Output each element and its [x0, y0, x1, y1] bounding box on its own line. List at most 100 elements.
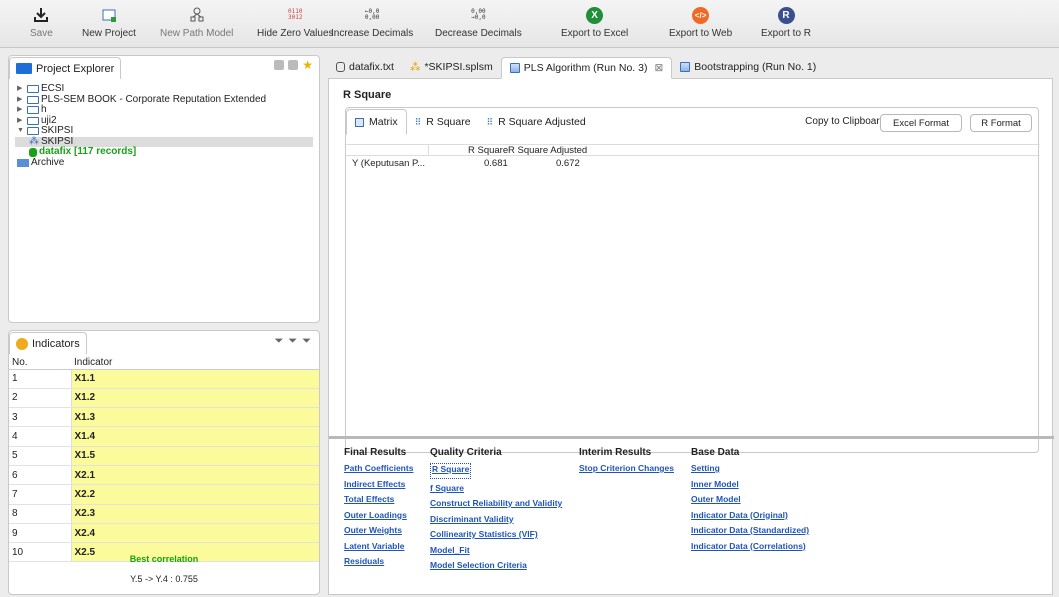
- expand-arrow-icon[interactable]: ▶: [17, 95, 25, 105]
- table-row[interactable]: 4 X1.4: [9, 426, 319, 447]
- table-row[interactable]: 8 X2.3: [9, 504, 319, 524]
- page-title: R Square: [343, 89, 392, 101]
- interim-results-group: Interim Results Stop Criterion Changes: [579, 447, 674, 479]
- project-explorer-tab[interactable]: Project Explorer: [9, 57, 122, 79]
- table-row[interactable]: 9 X2.4: [9, 523, 319, 544]
- result-link-indicator-data-correlations[interactable]: Indicator Data (Correlations): [691, 541, 809, 557]
- filter-icon[interactable]: ⏷: [275, 335, 284, 348]
- expand-all-icon[interactable]: [274, 60, 285, 70]
- table-row[interactable]: 7 X2.2: [9, 484, 319, 505]
- interim-results-heading: Interim Results: [579, 447, 652, 458]
- tab-skipsi-model[interactable]: ⁂ *SKIPSI.splsm: [402, 56, 501, 78]
- result-link-latent-variable[interactable]: Latent Variable: [344, 541, 413, 557]
- indicator-number: 6: [9, 465, 71, 486]
- result-link-construct-reliability-and-validity[interactable]: Construct Reliability and Validity: [430, 498, 562, 514]
- export-r-button[interactable]: R Export to R: [761, 4, 811, 39]
- quality-criteria-heading: Quality Criteria: [430, 447, 502, 458]
- result-link-outer-loadings[interactable]: Outer Loadings: [344, 510, 413, 526]
- tree-item-skipsi[interactable]: ▼ SKIPSI: [17, 126, 313, 137]
- result-link-stop-criterion-changes[interactable]: Stop Criterion Changes: [579, 463, 674, 479]
- result-link-path-coefficients[interactable]: Path Coefficients: [344, 463, 413, 479]
- indicator-name: X1.5: [70, 446, 319, 466]
- indicator-name: X2.4: [70, 523, 319, 544]
- indicator-number: 7: [9, 484, 71, 505]
- database-icon: [336, 62, 345, 72]
- tree-item-datafix[interactable]: datafix [117 records]: [17, 147, 313, 158]
- indicator-number: 8: [9, 504, 71, 524]
- tab-r-square-adjusted[interactable]: ⠿ R Square Adjusted: [479, 109, 594, 135]
- path-model-icon: ⁂: [409, 61, 421, 73]
- filter-add-icon[interactable]: ⏷: [288, 335, 297, 348]
- result-link-r-square[interactable]: R Square: [430, 463, 472, 479]
- star-icon[interactable]: ★: [302, 59, 313, 71]
- tab-r-square[interactable]: ⠿ R Square: [407, 109, 479, 135]
- increase-decimals-button[interactable]: ←0,0 0,00 Increase Decimals: [331, 4, 413, 40]
- close-icon[interactable]: ⊠: [654, 62, 663, 74]
- filter-remove-icon[interactable]: ⏷: [302, 335, 311, 348]
- new-project-icon: [101, 4, 117, 26]
- save-button[interactable]: Save: [30, 4, 53, 39]
- tab-bootstrapping[interactable]: Bootstrapping (Run No. 1): [672, 56, 824, 78]
- result-link-discriminant-validity[interactable]: Discriminant Validity: [430, 514, 562, 530]
- result-link-f-square[interactable]: f Square: [430, 483, 562, 499]
- result-link-model-selection-criteria[interactable]: Model Selection Criteria: [430, 560, 562, 576]
- tree-item-archive[interactable]: Archive: [17, 157, 313, 169]
- report-icon: [680, 62, 691, 72]
- result-link-collinearity-statistics-vif[interactable]: Collinearity Statistics (VIF): [430, 529, 562, 545]
- hide-zero-values-button[interactable]: 0110 3012 Hide Zero Values: [257, 4, 334, 40]
- tab-pls-algorithm[interactable]: PLS Algorithm (Run No. 3) ⊠: [500, 57, 673, 79]
- indicator-name: X2.1: [70, 465, 319, 486]
- increase-decimals-icon: ←0,0 0,00: [364, 8, 380, 21]
- indicators-panel: Indicators ⏷ ⏷ ⏷ No. Indicator 1 X1.1 2 X1.…: [8, 330, 320, 595]
- indicators-tab[interactable]: Indicators: [9, 332, 87, 354]
- result-link-indicator-data-standardized[interactable]: Indicator Data (Standardized): [691, 525, 809, 541]
- table-row[interactable]: 1 X1.1: [9, 369, 319, 389]
- result-link-indirect-effects[interactable]: Indirect Effects: [344, 479, 413, 495]
- final-results-group: Final Results Path Coefficients Indirect …: [344, 447, 413, 572]
- table-row[interactable]: 5 X1.5: [9, 446, 319, 466]
- quality-criteria-group: Quality Criteria R Square f Square Constru…: [430, 447, 562, 576]
- table-row[interactable]: 3 X1.3: [9, 407, 319, 428]
- indicator-name: X2.3: [70, 504, 319, 524]
- expand-arrow-icon[interactable]: ▶: [17, 116, 25, 126]
- expand-arrow-icon[interactable]: ▶: [17, 84, 25, 94]
- new-project-button[interactable]: New Project: [82, 4, 136, 39]
- export-web-button[interactable]: </> Export to Web: [669, 4, 732, 39]
- base-data-heading: Base Data: [691, 447, 740, 458]
- tab-datafix[interactable]: datafix.txt: [328, 56, 402, 78]
- project-explorer-panel: Project Explorer ★ ▶ ECSI ▶ PLS-SEM BOOK -…: [8, 55, 320, 323]
- new-path-model-button[interactable]: New Path Model: [160, 4, 233, 39]
- tree-item-pls-sem-book[interactable]: ▶ PLS-SEM BOOK - Corporate Reputation Ext…: [17, 94, 313, 106]
- path-model-icon: ⁂: [29, 135, 39, 147]
- tab-matrix[interactable]: Matrix: [346, 109, 407, 135]
- result-link-setting[interactable]: Setting: [691, 463, 809, 479]
- table-row[interactable]: 2 X1.2: [9, 388, 319, 409]
- row-label: Y (Keputusan P...: [352, 158, 426, 169]
- splitter[interactable]: [329, 436, 1054, 439]
- result-link-outer-weights[interactable]: Outer Weights: [344, 525, 413, 541]
- table-row[interactable]: 6 X2.1: [9, 465, 319, 486]
- expand-arrow-icon[interactable]: ▶: [17, 105, 25, 115]
- collapse-all-icon[interactable]: [288, 60, 299, 70]
- r-format-button[interactable]: R Format: [970, 114, 1032, 132]
- indicators-icon: [16, 337, 28, 350]
- save-icon: [33, 4, 49, 26]
- export-excel-button[interactable]: X Export to Excel: [561, 4, 628, 39]
- tree-item-h[interactable]: ▶ h: [17, 105, 313, 116]
- results-grid-header: R Square R Square Adjusted: [346, 144, 1040, 156]
- collapse-arrow-icon[interactable]: ▼: [17, 126, 25, 136]
- result-link-outer-model[interactable]: Outer Model: [691, 494, 809, 510]
- best-correlation-value: Y.5 -> Y.4 : 0.755: [130, 574, 198, 584]
- result-link-total-effects[interactable]: Total Effects: [344, 494, 413, 510]
- indicator-number: 4: [9, 426, 71, 447]
- result-link-residuals[interactable]: Residuals: [344, 556, 413, 572]
- results-view: Matrix ⠿ R Square ⠿ R Square Adjusted Copy…: [345, 107, 1040, 453]
- excel-format-button[interactable]: Excel Format: [880, 114, 962, 132]
- indicator-name: X1.3: [70, 407, 319, 428]
- tree-item-ecsi[interactable]: ▶ ECSI: [17, 84, 313, 95]
- editor-tabs: datafix.txt ⁂ *SKIPSI.splsm PLS Algorithm…: [328, 55, 1053, 79]
- result-link-inner-model[interactable]: Inner Model: [691, 479, 809, 495]
- result-link-indicator-data-original[interactable]: Indicator Data (Original): [691, 510, 809, 526]
- result-link-model-fit[interactable]: Model_Fit: [430, 545, 562, 561]
- decrease-decimals-button[interactable]: 0,00 →0,0 Decrease Decimals: [435, 4, 522, 40]
